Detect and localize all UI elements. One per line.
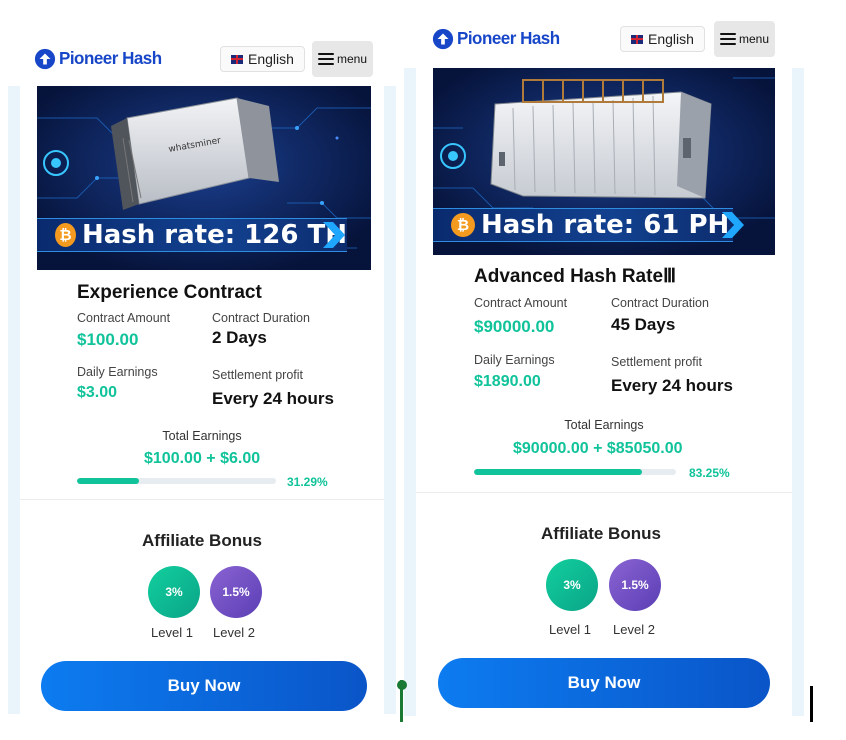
- page-margin: [404, 14, 416, 716]
- menu-button[interactable]: menu: [714, 21, 776, 57]
- product-title: Advanced Hash RateⅢ: [474, 266, 677, 287]
- affiliate-title: Affiliate Bonus: [541, 524, 661, 543]
- uk-flag-icon: [231, 54, 243, 64]
- daily-earnings-value: $3.00: [77, 384, 118, 401]
- separator-dot: [397, 680, 407, 690]
- level-2-label: Level 2: [213, 625, 255, 640]
- product-card: ₿ Hash rate: 61 PH Advanced Hash RateⅢ C…: [416, 14, 792, 716]
- bitcoin-icon: ₿: [451, 213, 475, 237]
- affiliate-title: Affiliate Bonus: [142, 531, 262, 550]
- right-screen: ₿ Hash rate: 61 PH Advanced Hash RateⅢ C…: [404, 14, 804, 716]
- progress-fill: [77, 478, 140, 484]
- product-card: whatsminer ₿ Hash rate: 126 TH Experienc…: [20, 36, 384, 714]
- page-margin: [384, 36, 396, 714]
- progress-fill: [474, 469, 643, 475]
- product-banner: whatsminer ₿ Hash rate: 126 TH: [37, 78, 371, 270]
- hamburger-icon: [720, 33, 736, 45]
- progress-bar: [474, 469, 676, 475]
- contract-amount-value: $100.00: [77, 330, 139, 349]
- contract-duration-value: 45 Days: [611, 315, 676, 334]
- hamburger-icon: [318, 53, 334, 65]
- daily-earnings-label: Daily Earnings: [474, 353, 555, 367]
- progress-percent: 83.25%: [689, 466, 730, 480]
- page-margin: [792, 14, 804, 716]
- bitcoin-icon: ₿: [55, 223, 76, 247]
- hash-rate-bar: ₿ Hash rate: 61 PH: [433, 208, 733, 242]
- brand-logo[interactable]: Pioneer Hash: [432, 28, 560, 50]
- contract-duration-label: Contract Duration: [611, 296, 709, 310]
- progress-bar: [77, 478, 276, 484]
- uk-flag-icon: [631, 34, 643, 44]
- contract-duration-value: 2 Days: [212, 328, 267, 347]
- divider: [20, 499, 384, 500]
- language-label: English: [648, 31, 694, 47]
- level-1-label: Level 1: [151, 625, 193, 640]
- contract-duration-label: Contract Duration: [212, 311, 310, 325]
- contract-amount-label: Contract Amount: [77, 311, 171, 325]
- brand-logo[interactable]: Pioneer Hash: [34, 48, 162, 70]
- daily-earnings-label: Daily Earnings: [77, 365, 158, 379]
- level-1-rate: 3%: [148, 566, 200, 618]
- level-2-rate: 1.5%: [609, 559, 661, 611]
- settlement-label: Settlement profit: [212, 368, 304, 382]
- top-bar: Pioneer Hash English menu: [8, 36, 396, 86]
- product-banner: ₿ Hash rate: 61 PH: [433, 68, 775, 255]
- settlement-value: Every 24 hours: [611, 376, 733, 395]
- menu-label: menu: [739, 32, 770, 46]
- contract-amount-value: $90000.00: [474, 317, 555, 336]
- level-2-label: Level 2: [613, 622, 655, 637]
- hash-rate-bar: ₿ Hash rate: 126 TH: [37, 218, 347, 252]
- total-earnings-value: $90000.00 + $85050.00: [513, 440, 683, 457]
- total-earnings-label: Total Earnings: [564, 418, 644, 432]
- chevron-right-icon: [722, 212, 744, 238]
- buy-now-button[interactable]: Buy Now: [438, 658, 770, 708]
- total-earnings-label: Total Earnings: [162, 429, 242, 443]
- pioneer-hash-logo-icon: [34, 48, 56, 70]
- settlement-label: Settlement profit: [611, 355, 703, 369]
- left-screen: whatsminer ₿ Hash rate: 126 TH Experienc…: [8, 36, 396, 714]
- pioneer-hash-logo-icon: [432, 28, 454, 50]
- hash-rate-text: Hash rate: 61 PH: [481, 210, 730, 240]
- divider: [416, 492, 792, 493]
- daily-earnings-value: $1890.00: [474, 373, 541, 390]
- chevron-right-icon: [323, 222, 345, 248]
- language-label: English: [248, 51, 294, 67]
- progress-percent: 31.29%: [287, 475, 328, 489]
- top-bar: Pioneer Hash English menu: [404, 14, 804, 68]
- buy-now-button[interactable]: Buy Now: [41, 661, 367, 711]
- product-title: Experience Contract: [77, 282, 262, 303]
- page-margin: [8, 36, 20, 714]
- level-1-rate: 3%: [546, 559, 598, 611]
- settlement-value: Every 24 hours: [212, 389, 334, 408]
- text-cursor: [810, 686, 813, 722]
- contract-amount-label: Contract Amount: [474, 296, 568, 310]
- language-selector[interactable]: English: [620, 26, 705, 52]
- hash-rate-text: Hash rate: 126 TH: [81, 220, 347, 250]
- total-earnings-value: $100.00 + $6.00: [144, 450, 261, 467]
- menu-button[interactable]: menu: [312, 41, 374, 77]
- level-2-rate: 1.5%: [210, 566, 262, 618]
- brand-name: Pioneer Hash: [457, 28, 560, 49]
- brand-name: Pioneer Hash: [59, 48, 162, 69]
- menu-label: menu: [337, 52, 368, 66]
- level-1-label: Level 1: [549, 622, 591, 637]
- language-selector[interactable]: English: [220, 46, 305, 72]
